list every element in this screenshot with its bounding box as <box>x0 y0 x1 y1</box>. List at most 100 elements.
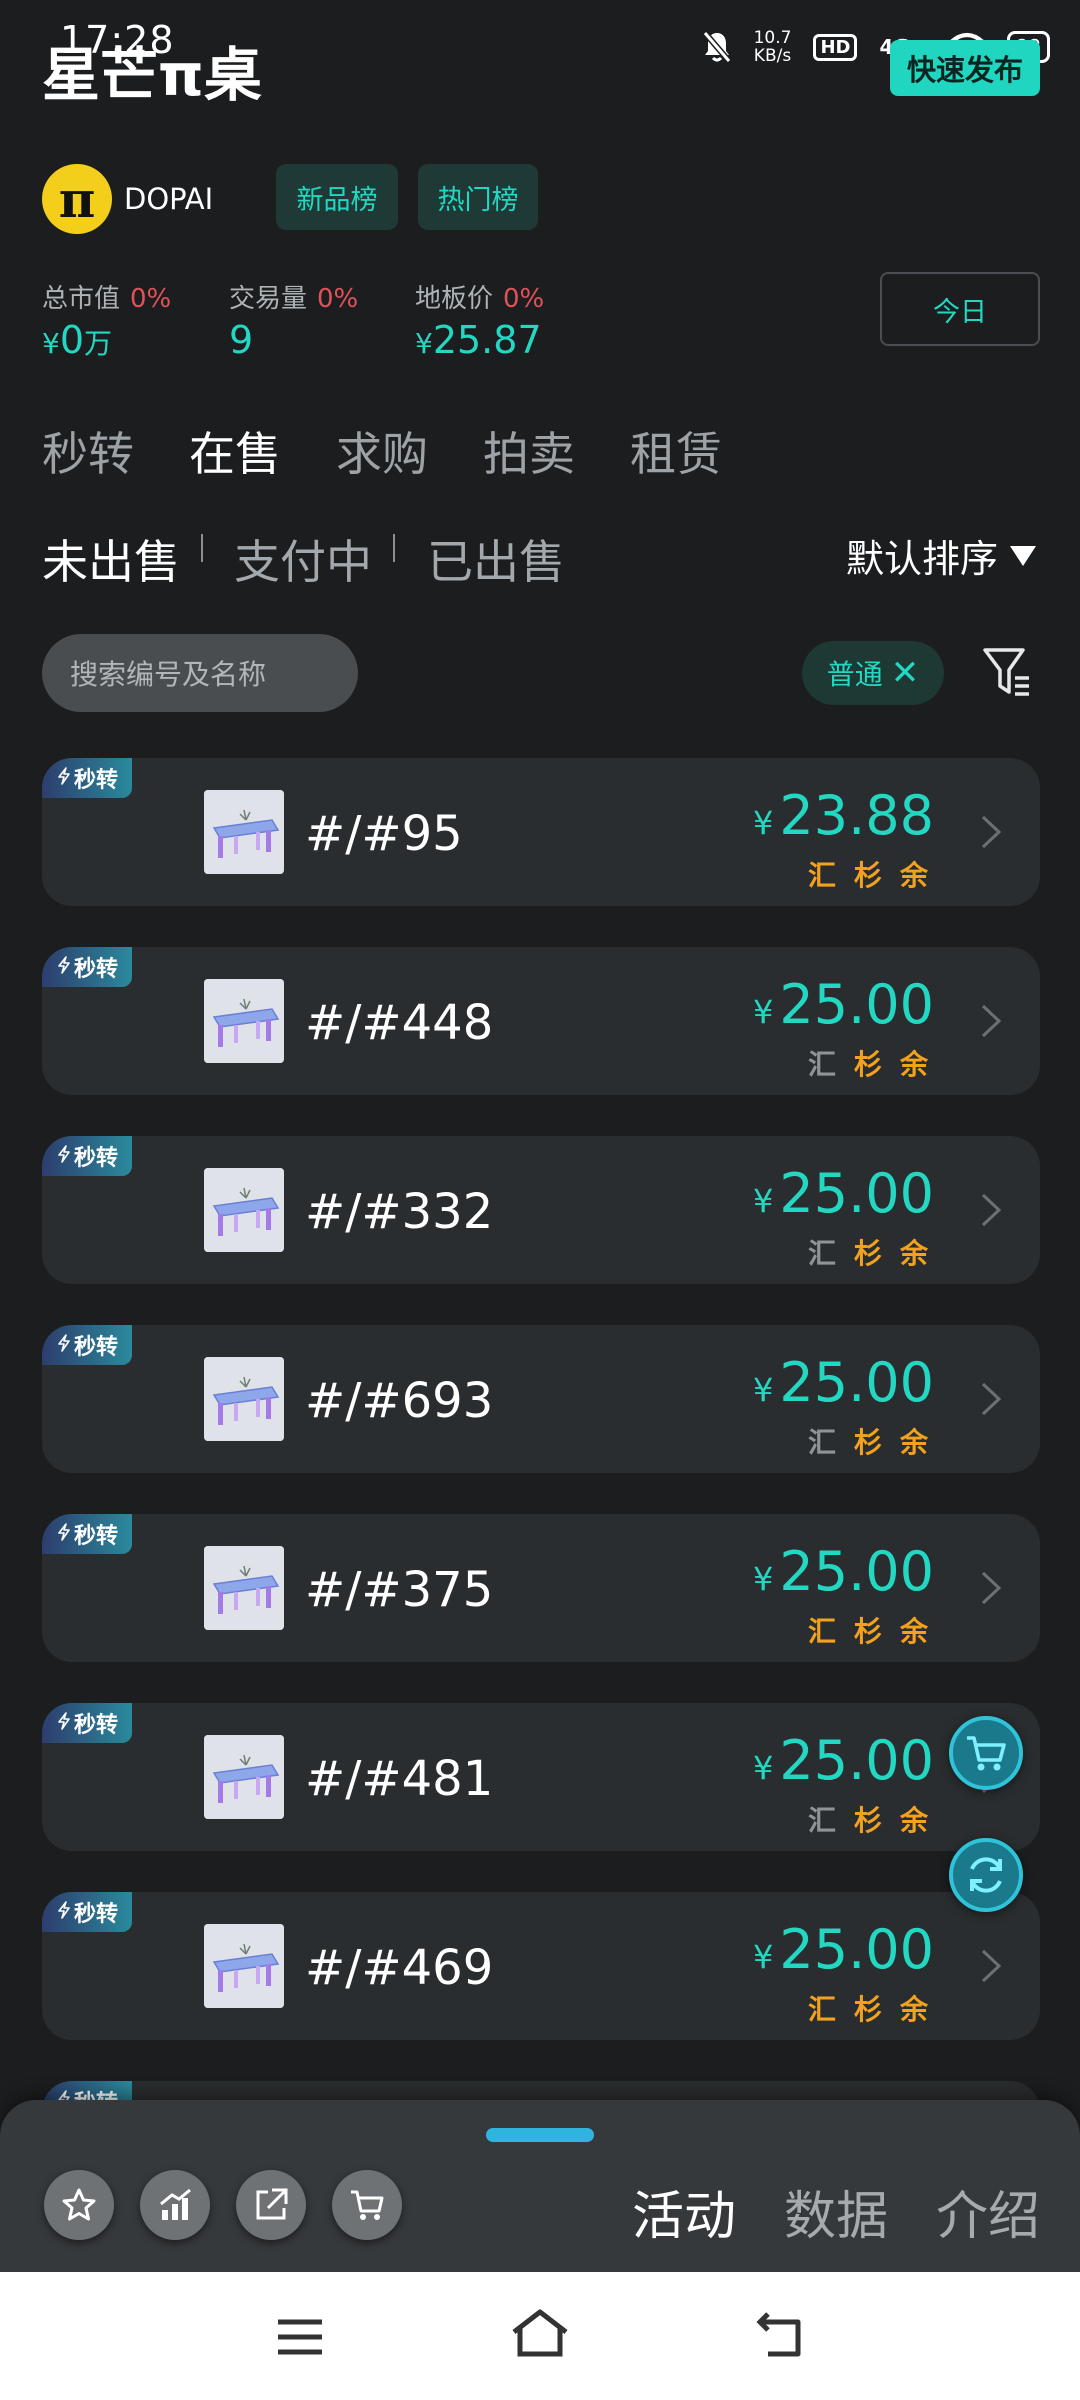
list-item[interactable]: 秒转 #/#95 ¥23.88 汇杉余 <box>42 758 1040 906</box>
item-tag: 杉 <box>853 1993 882 2026</box>
panel-tab-data[interactable]: 数据 <box>784 2174 888 2249</box>
filter-chip-label: 普通 <box>826 658 883 691</box>
tab-wanted[interactable]: 求购 <box>336 418 428 484</box>
stat-floor-price-label: 地板价 0% <box>415 284 545 314</box>
quick-publish-button[interactable]: 快速发布 <box>890 40 1040 96</box>
item-thumbnail <box>204 1924 284 2008</box>
item-tag: 杉 <box>853 1426 882 1459</box>
item-tag: 汇 <box>807 1993 836 2026</box>
item-price: ¥25.00 <box>753 1162 934 1225</box>
cart-icon <box>351 2190 384 2220</box>
chevron-right-icon <box>981 1004 1002 1038</box>
new-products-rank-button[interactable]: 新品榜 <box>276 164 398 230</box>
lightning-icon <box>56 1711 72 1736</box>
menu-icon[interactable] <box>274 2316 326 2358</box>
app-title: 星芒π桌 <box>42 41 262 109</box>
item-price: ¥25.00 <box>753 1918 934 1981</box>
item-tags: 汇杉余 <box>808 854 928 894</box>
list-item[interactable]: 秒转 #/#481 ¥25.00 汇杉余 <box>42 1703 1040 1851</box>
list-item[interactable]: 秒转 #/#332 ¥25.00 汇杉余 <box>42 1136 1040 1284</box>
flash-transfer-badge: 秒转 <box>42 758 132 798</box>
item-tag: 杉 <box>853 1048 882 1081</box>
item-id: #/#469 <box>305 1940 494 1996</box>
lightning-icon <box>56 1144 72 1169</box>
favorite-button[interactable] <box>44 2170 114 2240</box>
stat-floor-price-value: ¥25.87 <box>415 318 542 362</box>
back-icon[interactable] <box>754 2310 806 2360</box>
stat-volume-label: 交易量 0% <box>229 284 359 314</box>
item-id: #/#332 <box>305 1184 494 1240</box>
stat-market-cap-value: ¥0万 <box>42 318 113 362</box>
item-thumbnail <box>204 979 284 1063</box>
flash-transfer-badge: 秒转 <box>42 1514 132 1554</box>
hd-badge: HD <box>813 33 858 61</box>
item-price: ¥25.00 <box>753 1351 934 1414</box>
cart-button[interactable] <box>332 2170 402 2240</box>
item-id: #/#95 <box>305 806 463 862</box>
subtab-unsold[interactable]: 未出售 <box>42 526 180 592</box>
flash-transfer-badge: 秒转 <box>42 947 132 987</box>
tab-flash-transfer[interactable]: 秒转 <box>42 418 134 484</box>
list-item[interactable]: 秒转 #/#375 ¥25.00 汇杉余 <box>42 1514 1040 1662</box>
item-price: ¥23.88 <box>753 784 934 847</box>
floating-cart-button[interactable] <box>949 1716 1023 1790</box>
share-button[interactable] <box>236 2170 306 2240</box>
item-price: ¥25.00 <box>753 1729 934 1792</box>
item-tag: 余 <box>899 1615 928 1648</box>
sort-label: 默认排序 <box>845 537 998 581</box>
item-thumbnail <box>204 790 284 874</box>
item-price: ¥25.00 <box>753 1540 934 1603</box>
item-tag: 余 <box>899 859 928 892</box>
item-id: #/#481 <box>305 1751 494 1807</box>
item-tags: 汇杉余 <box>808 1421 928 1461</box>
close-icon[interactable]: ✕ <box>891 653 920 693</box>
tab-on-sale[interactable]: 在售 <box>189 418 281 484</box>
tab-lease[interactable]: 租赁 <box>630 418 722 484</box>
hot-rank-button[interactable]: 热门榜 <box>418 164 538 230</box>
item-tag: 汇 <box>807 1237 836 1270</box>
flash-transfer-badge: 秒转 <box>42 1136 132 1176</box>
brand-name[interactable]: DOPAI <box>124 182 213 216</box>
item-tags: 汇杉余 <box>808 1232 928 1272</box>
item-tag: 杉 <box>853 1237 882 1270</box>
item-tag: 余 <box>899 1804 928 1837</box>
search-input[interactable]: 搜索编号及名称 <box>42 634 358 712</box>
floating-refresh-button[interactable] <box>949 1838 1023 1912</box>
item-tags: 汇杉余 <box>808 1988 928 2028</box>
panel-tab-activity[interactable]: 活动 <box>632 2174 736 2249</box>
sort-dropdown[interactable]: 默认排序 <box>846 528 1036 583</box>
refresh-icon <box>970 1857 1002 1893</box>
item-price: ¥25.00 <box>753 973 934 1036</box>
net-speed: 10.7 KB/s <box>753 28 792 66</box>
lightning-icon <box>56 1333 72 1358</box>
chart-button[interactable] <box>140 2170 210 2240</box>
filter-chip-normal[interactable]: 普通 ✕ <box>802 641 944 705</box>
list-item[interactable]: 秒转 #/#469 ¥25.00 汇杉余 <box>42 1892 1040 2040</box>
lightning-icon <box>56 1900 72 1925</box>
panel-tab-intro[interactable]: 介绍 <box>936 2174 1040 2249</box>
home-icon[interactable] <box>510 2308 570 2360</box>
item-thumbnail <box>204 1357 284 1441</box>
chart-icon <box>160 2188 191 2220</box>
lightning-icon <box>56 955 72 980</box>
chevron-right-icon <box>981 1949 1002 1983</box>
item-id: #/#693 <box>305 1373 494 1429</box>
subtab-paying[interactable]: 支付中 <box>234 526 372 592</box>
item-thumbnail <box>204 1168 284 1252</box>
star-icon <box>62 2188 96 2221</box>
chevron-right-icon <box>981 815 1002 849</box>
stat-market-cap-label: 总市值 0% <box>42 284 172 314</box>
item-tag: 汇 <box>807 1048 836 1081</box>
item-thumbnail <box>204 1735 284 1819</box>
filter-icon[interactable] <box>982 646 1032 698</box>
subtab-sold[interactable]: 已出售 <box>427 526 565 592</box>
tab-auction[interactable]: 拍卖 <box>483 418 575 484</box>
flash-transfer-badge: 秒转 <box>42 1703 132 1743</box>
chevron-right-icon <box>981 1571 1002 1605</box>
stat-volume-value: 9 <box>229 318 254 362</box>
flash-transfer-badge: 秒转 <box>42 1892 132 1932</box>
list-item[interactable]: 秒转 #/#448 ¥25.00 汇杉余 <box>42 947 1040 1095</box>
today-button[interactable]: 今日 <box>880 272 1040 346</box>
panel-drag-handle[interactable] <box>486 2128 594 2142</box>
list-item[interactable]: 秒转 #/#693 ¥25.00 汇杉余 <box>42 1325 1040 1473</box>
